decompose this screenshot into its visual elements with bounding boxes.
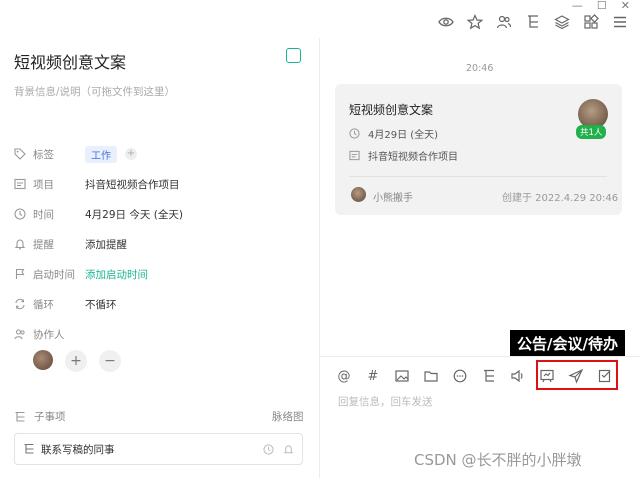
subtasks-label: 子事项 (34, 411, 66, 423)
tag-chip[interactable]: 工作 (85, 145, 117, 163)
prop-repeat: 循环 不循环 (14, 295, 117, 313)
card-project-icon (349, 150, 360, 161)
maximize-button[interactable]: ☐ (597, 0, 607, 14)
card-project-row: 抖音短视频合作项目 (349, 148, 458, 163)
folder-icon[interactable] (423, 368, 439, 384)
users-icon[interactable] (496, 14, 512, 30)
chat-timestamp: 20:46 (466, 63, 494, 74)
minimize-button[interactable]: — (572, 0, 583, 14)
eye-icon[interactable] (438, 14, 454, 30)
add-tag-button[interactable]: + (125, 148, 137, 160)
watermark: CSDN @长不胖的小胖墩 (414, 451, 582, 469)
card-title: 短视频创意文案 (349, 103, 434, 117)
close-button[interactable]: ✕ (621, 0, 630, 14)
reminder-label: 提醒 (33, 238, 54, 251)
creator-name: 小熊搬手 (373, 193, 413, 204)
add-collaborator-button[interactable]: + (65, 350, 87, 372)
project-value[interactable]: 抖音短视频合作项目 (85, 177, 180, 192)
subtasks-header: 子事项 (14, 409, 66, 424)
time-value[interactable]: 4月29日 今天 (全天) (85, 207, 183, 222)
collaborator-icon (14, 328, 26, 340)
panel-divider (319, 38, 320, 478)
task-complete-checkbox[interactable] (286, 48, 301, 63)
clock-icon (14, 208, 26, 220)
subtask-tool-icon[interactable] (481, 368, 497, 384)
hashtag-icon[interactable]: # (365, 369, 381, 384)
member-count-badge: 共1人 (576, 125, 607, 139)
remove-collaborator-button[interactable]: − (99, 350, 121, 372)
card-date-row: 4月29日 (全天) (349, 126, 438, 141)
subtask-icon[interactable] (525, 14, 541, 30)
star-icon[interactable] (467, 14, 483, 30)
menu-icon[interactable] (612, 14, 628, 30)
card-project: 抖音短视频合作项目 (368, 152, 458, 163)
chat-bubble-icon[interactable] (452, 368, 468, 384)
prop-collaborators: 协作人 (14, 325, 85, 343)
collaborator-avatar[interactable] (33, 350, 53, 370)
annotation-label: 公告/会议/待办 (510, 330, 625, 356)
input-divider (320, 356, 640, 357)
window-controls: — ☐ ✕ (572, 0, 640, 14)
tag-icon (14, 148, 26, 160)
prop-project: 项目 抖音短视频合作项目 (14, 175, 180, 193)
mention-icon[interactable]: @ (336, 369, 352, 384)
bell-icon (14, 238, 26, 250)
start-time-value[interactable]: 添加启动时间 (85, 267, 148, 282)
task-title[interactable]: 短视频创意文案 (14, 49, 126, 73)
subtask-bell-icon[interactable] (283, 444, 294, 455)
annotation-highlight-box (536, 360, 618, 390)
subtask-input[interactable]: 联系写稿的同事 (14, 433, 303, 465)
repeat-label: 循环 (33, 298, 54, 311)
grid-icon[interactable] (583, 14, 599, 30)
created-timestamp: 创建于 2022.4.29 20:46 (502, 193, 619, 204)
subtask-clock-icon[interactable] (263, 443, 274, 455)
start-time-label: 启动时间 (33, 268, 75, 281)
card-clock-icon (349, 128, 360, 139)
time-label: 时间 (33, 208, 54, 221)
repeat-icon (14, 298, 26, 310)
flag-icon (14, 268, 26, 280)
image-icon[interactable] (394, 368, 410, 384)
layers-icon[interactable] (554, 14, 570, 30)
reply-input[interactable]: 回复信息，回车发送 (338, 394, 433, 409)
card-divider (349, 176, 607, 177)
prop-tag: 标签 工作 + (14, 145, 137, 163)
collaborators-label: 协作人 (33, 328, 65, 341)
prop-reminder: 提醒 添加提醒 (14, 235, 127, 253)
project-icon (14, 178, 26, 190)
tag-label: 标签 (33, 148, 54, 161)
creator-avatar (351, 187, 366, 202)
prop-start-time: 启动时间 添加启动时间 (14, 265, 148, 283)
subtask-branch-icon (23, 443, 35, 455)
card-date: 4月29日 (全天) (368, 130, 439, 141)
repeat-value[interactable]: 不循环 (85, 297, 117, 312)
description-input[interactable]: 背景信息/说明（可拖文件到这里） (14, 84, 175, 99)
project-label: 项目 (33, 178, 54, 191)
reminder-value[interactable]: 添加提醒 (85, 237, 127, 252)
subtask-input-text[interactable]: 联系写稿的同事 (41, 442, 254, 457)
prop-time: 时间 4月29日 今天 (全天) (14, 205, 183, 223)
subtask-list-icon (14, 411, 26, 423)
top-toolbar (438, 14, 628, 30)
mindmap-link[interactable]: 脉络图 (272, 409, 304, 424)
voice-icon[interactable] (510, 368, 526, 384)
